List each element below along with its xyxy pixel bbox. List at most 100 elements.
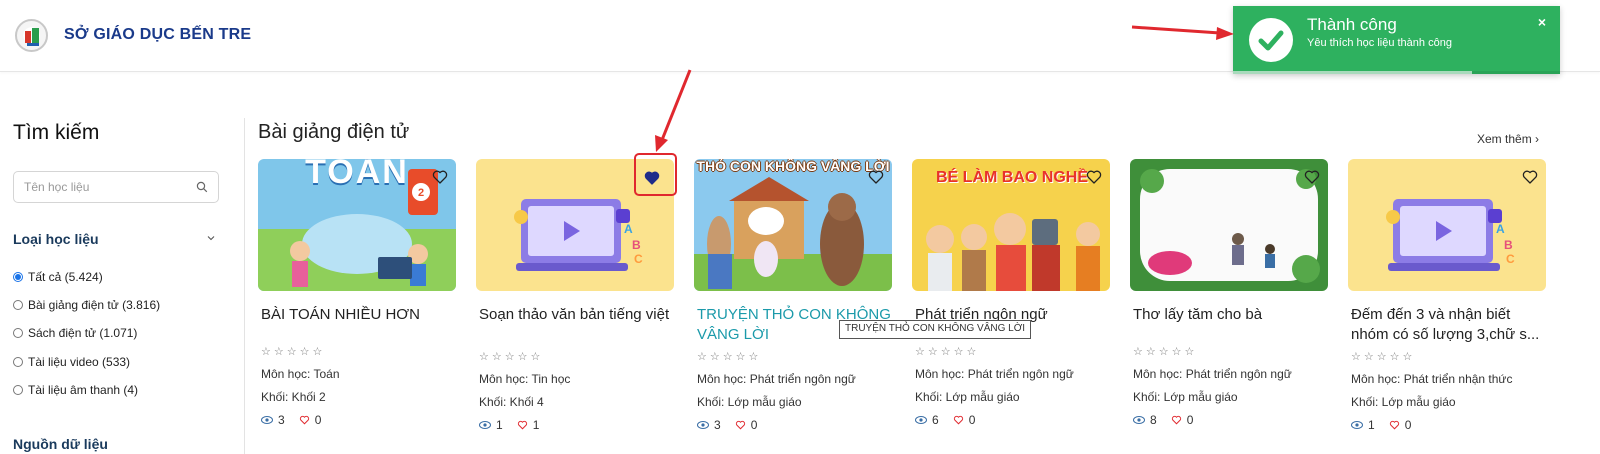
heart-outline-icon[interactable] <box>1522 169 1538 185</box>
like-count: 1 <box>532 418 540 432</box>
divider <box>244 118 245 454</box>
filter-option-label: Tất cả (5.424) <box>28 270 103 284</box>
card-thumbnail[interactable]: B A C <box>1348 159 1546 291</box>
heart-outline-icon[interactable] <box>868 169 884 185</box>
radio-button[interactable] <box>13 272 23 282</box>
svg-text:B: B <box>1504 238 1513 252</box>
filter-option-label: Sách điện tử (1.071) <box>28 326 138 340</box>
filter-option-audio[interactable]: Tài liệu âm thanh (4) <box>13 383 138 397</box>
card-title[interactable]: Soạn thảo văn bản tiếng việt <box>476 305 674 345</box>
card-title[interactable]: Đếm đến 3 và nhận biết nhóm có số lượng … <box>1348 305 1546 345</box>
card-grade: Khối: Khối 4 <box>479 395 544 409</box>
card-stats: 8 0 <box>1130 413 1328 427</box>
card-title[interactable]: BÀI TOÁN NHIỀU HƠN <box>258 305 456 345</box>
like-count: 0 <box>1186 413 1194 427</box>
close-icon[interactable]: × <box>1538 14 1546 30</box>
radio-button[interactable] <box>13 328 23 338</box>
eye-icon <box>261 416 273 424</box>
svg-text:A: A <box>1496 222 1505 236</box>
rating-stars[interactable]: ☆☆☆☆☆ <box>1130 345 1328 358</box>
heart-icon <box>1171 415 1181 425</box>
filter-option-lecture[interactable]: Bài giảng điện tử (3.816) <box>13 298 160 312</box>
card-thumbnail[interactable]: BÉ LÀM BAO NGHỀ <box>912 159 1110 291</box>
card-title[interactable]: Thơ lấy tăm cho bà <box>1130 305 1328 345</box>
resource-card[interactable]: 2 TOÁN BÀI TOÁN NHIỀU HƠN ☆☆☆☆☆ Môn học:… <box>258 159 456 427</box>
heart-icon <box>517 420 527 430</box>
sidebar-title: Tìm kiếm <box>13 121 100 144</box>
section-title: Bài giảng điện tử <box>258 121 410 143</box>
filter-source-header[interactable]: Nguồn dữ liệu <box>13 436 219 452</box>
card-stats: 6 0 <box>912 413 1110 427</box>
heart-outline-icon[interactable] <box>1086 169 1102 185</box>
filter-type-header[interactable]: Loại học liệu <box>13 231 219 247</box>
heart-icon <box>735 420 745 430</box>
card-thumbnail[interactable]: THỎ CON KHÔNG VÂNG LỜI <box>694 159 892 291</box>
rating-stars[interactable]: ☆☆☆☆☆ <box>912 345 1110 358</box>
eye-icon <box>479 421 491 429</box>
card-grade: Khối: Lớp mẫu giáo <box>1351 395 1456 409</box>
filter-type-title: Loại học liệu <box>13 231 99 247</box>
card-stats: 3 0 <box>694 418 892 432</box>
card-thumbnail[interactable] <box>1130 159 1328 291</box>
view-count: 1 <box>1368 418 1375 432</box>
arrow-to-heart <box>660 69 692 141</box>
view-count: 3 <box>278 413 285 427</box>
thumb-caption: BÉ LÀM BAO NGHỀ <box>936 169 1088 186</box>
thumb-caption: TOÁN <box>305 159 409 191</box>
arrow-head <box>655 135 668 152</box>
rating-stars[interactable]: ☆☆☆☆☆ <box>1348 350 1546 363</box>
resource-card[interactable]: BÉ LÀM BAO NGHỀ Phát triển ngôn ngữ ☆☆☆☆… <box>912 159 1110 427</box>
rating-stars[interactable]: ☆☆☆☆☆ <box>694 350 892 363</box>
filter-option-label: Tài liệu âm thanh (4) <box>28 383 139 397</box>
resource-card[interactable]: THỎ CON KHÔNG VÂNG LỜI TRUYỆN THỎ CON KH… <box>694 159 892 432</box>
search-icon[interactable] <box>196 181 208 193</box>
card-grade: Khối: Khối 2 <box>261 390 326 404</box>
thumb-caption: THỎ CON KHÔNG VÂNG LỜI <box>696 159 890 174</box>
resource-card[interactable]: Thơ lấy tăm cho bà ☆☆☆☆☆ Môn học: Phát t… <box>1130 159 1328 427</box>
like-count: 0 <box>314 413 322 427</box>
brand-title[interactable]: SỞ GIÁO DỤC BẾN TRE <box>64 26 251 44</box>
rating-stars[interactable]: ☆☆☆☆☆ <box>476 350 674 363</box>
card-grade: Khối: Lớp mẫu giáo <box>1133 390 1238 404</box>
search-box[interactable] <box>13 171 219 203</box>
resource-card[interactable]: B A C Đếm đến 3 và nhận biết nhóm có số … <box>1348 159 1546 432</box>
card-grade: Khối: Lớp mẫu giáo <box>915 390 1020 404</box>
search-input[interactable] <box>24 179 194 195</box>
like-count: 0 <box>1404 418 1412 432</box>
see-more-link[interactable]: Xem thêm › <box>1477 132 1539 146</box>
like-count: 0 <box>750 418 758 432</box>
filter-option-ebook[interactable]: Sách điện tử (1.071) <box>13 326 137 340</box>
card-subject: Môn học: Phát triển nhận thức <box>1351 372 1513 386</box>
resource-card[interactable]: B A C Soạn thảo văn bản tiếng việt ☆☆☆☆☆… <box>476 159 674 432</box>
radio-button[interactable] <box>13 357 23 367</box>
rabbit-story-thumbnail-image <box>694 159 892 291</box>
radio-button[interactable] <box>13 300 23 310</box>
svg-text:B: B <box>632 238 641 252</box>
card-subject: Môn học: Toán <box>261 367 340 381</box>
card-stats: 3 0 <box>258 413 456 427</box>
card-thumbnail[interactable]: 2 TOÁN <box>258 159 456 291</box>
filter-option-video[interactable]: Tài liệu video (533) <box>13 355 130 369</box>
chevron-down-icon[interactable] <box>207 234 215 242</box>
heart-outline-icon[interactable] <box>432 169 448 185</box>
toast-progress-bar <box>1233 71 1472 74</box>
toast-title: Thành công <box>1307 15 1397 34</box>
heart-icon <box>299 415 309 425</box>
elearning-thumbnail-image: B A C <box>1348 159 1546 291</box>
filter-option-all[interactable]: Tất cả (5.424) <box>13 270 103 284</box>
success-toast: Thành công Yêu thích học liệu thành công… <box>1233 6 1560 74</box>
view-count: 3 <box>714 418 721 432</box>
heart-icon <box>953 415 963 425</box>
heart-icon <box>1389 420 1399 430</box>
svg-text:C: C <box>1506 252 1515 266</box>
svg-text:A: A <box>624 222 633 236</box>
rating-stars[interactable]: ☆☆☆☆☆ <box>258 345 456 358</box>
filter-option-label: Bài giảng điện tử (3.816) <box>28 298 161 312</box>
like-count: 0 <box>968 413 976 427</box>
school-logo-icon[interactable] <box>15 19 48 52</box>
view-count: 8 <box>1150 413 1157 427</box>
radio-button[interactable] <box>13 385 23 395</box>
heart-outline-icon[interactable] <box>1304 169 1320 185</box>
highlight-box <box>634 153 677 196</box>
eye-icon <box>697 421 709 429</box>
